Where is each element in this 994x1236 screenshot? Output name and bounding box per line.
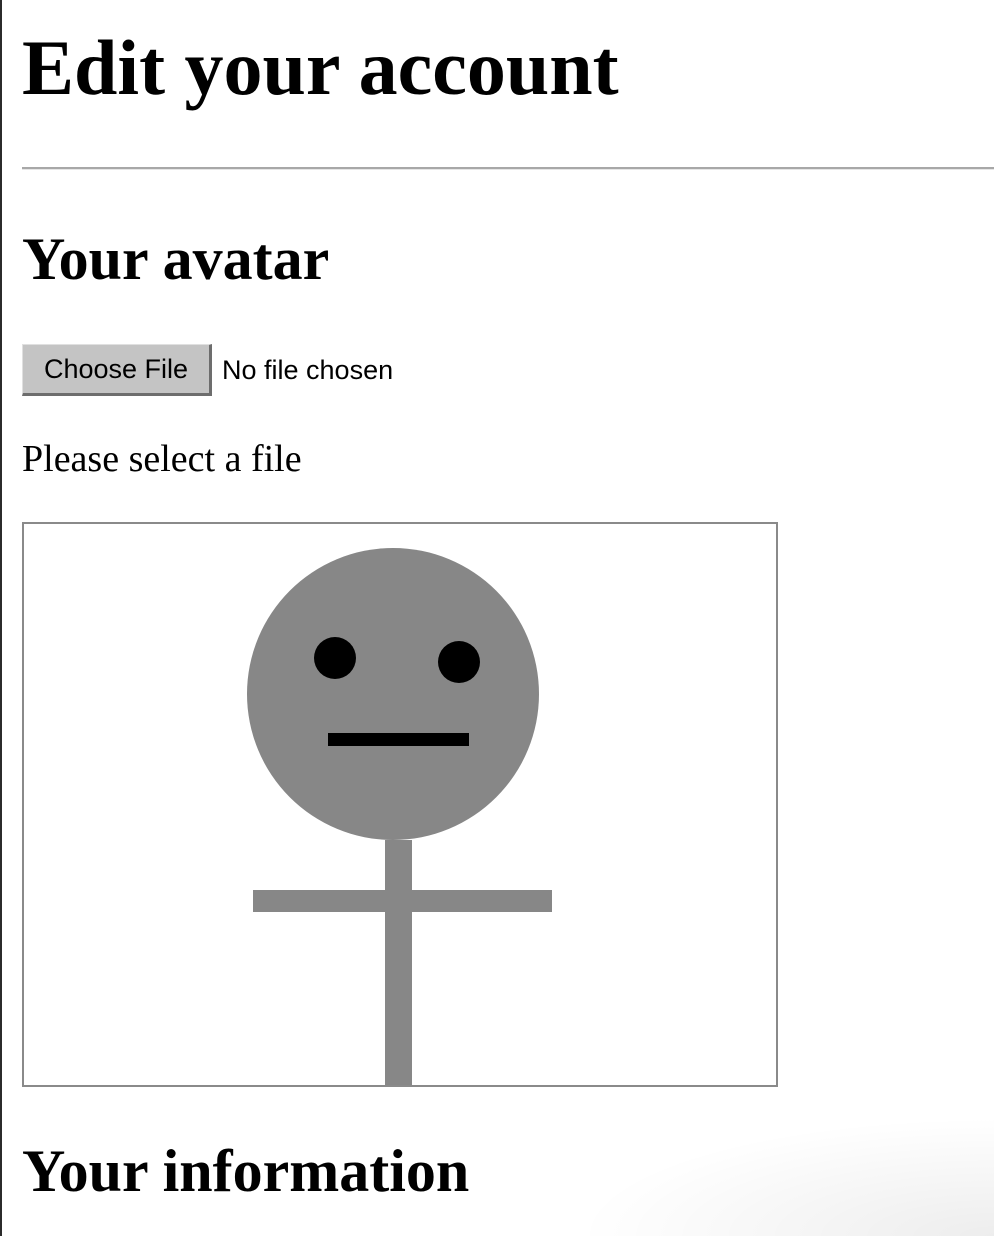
window-shadow xyxy=(574,1116,994,1236)
avatar-right-eye xyxy=(438,641,480,683)
file-status-text: No file chosen xyxy=(222,354,394,385)
information-section-heading: Your information xyxy=(22,1138,470,1204)
avatar-file-input[interactable]: Choose File No file chosen xyxy=(22,344,393,396)
avatar-preview xyxy=(22,522,778,1087)
stick-figure-avatar-icon xyxy=(247,548,552,1085)
avatar-left-eye xyxy=(314,637,356,679)
choose-file-button[interactable]: Choose File xyxy=(22,344,212,396)
avatar-arms xyxy=(253,890,552,912)
avatar-head xyxy=(247,548,539,840)
section-divider xyxy=(22,167,994,170)
avatar-body xyxy=(385,840,412,1085)
window-edge xyxy=(0,0,2,1236)
avatar-section-heading: Your avatar xyxy=(22,226,330,292)
file-hint-text: Please select a file xyxy=(22,438,302,480)
page-title: Edit your account xyxy=(22,24,619,111)
avatar-mouth xyxy=(328,733,469,746)
